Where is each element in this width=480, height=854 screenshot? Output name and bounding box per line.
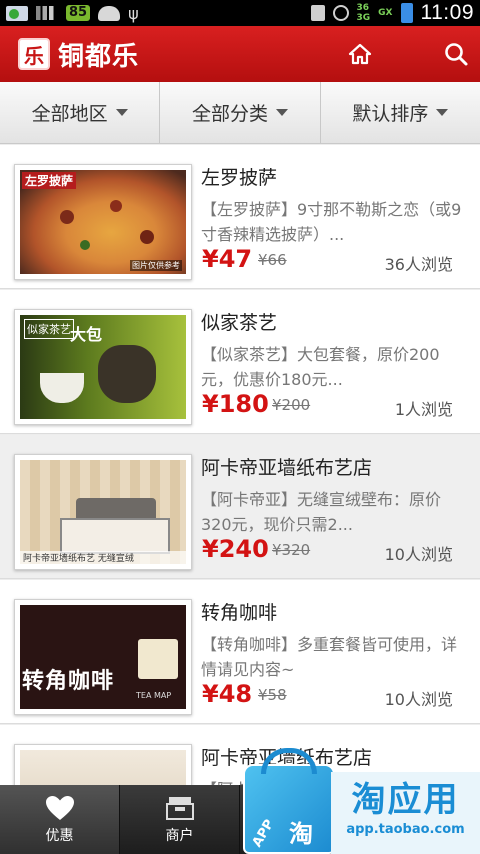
logo-char: 乐 xyxy=(24,43,44,68)
list-item-tea[interactable]: 似家茶艺 大包 似家茶艺 【似家茶艺】大包套餐，原价200元，优惠价180元..… xyxy=(0,290,480,434)
caret-down-icon xyxy=(115,109,128,116)
filter-category[interactable]: 全部分类 xyxy=(160,82,321,143)
deal-image: 转角咖啡 TEA MAP xyxy=(14,599,192,715)
item-title: 阿卡帝亚墙纸布艺店 xyxy=(201,457,373,479)
usb-icon: ψ xyxy=(128,3,139,23)
android-icon xyxy=(98,5,121,21)
caret-down-icon xyxy=(276,109,288,116)
home-icon xyxy=(348,43,372,65)
pizza-image: 左罗披萨 图片仅供参考 xyxy=(20,170,186,274)
list-item-pizza[interactable]: 左罗披萨 图片仅供参考 左罗披萨 【左罗披萨】9寸那不勒斯之恋（或9寸香辣精选披… xyxy=(0,145,480,289)
item-old-price: ¥58 xyxy=(258,686,287,704)
item-old-price: ¥200 xyxy=(272,396,311,414)
shopping-bag-icon: APP 淘 xyxy=(243,764,335,854)
app-logo-icon: 乐 xyxy=(18,38,50,70)
image-label: 大包 xyxy=(70,325,103,344)
bag-handle xyxy=(261,748,317,774)
promo-title: 淘应用 xyxy=(351,780,460,820)
deal-image xyxy=(14,744,192,785)
room-image xyxy=(20,750,186,785)
network-gx-label: GX xyxy=(378,8,393,18)
search-icon xyxy=(445,43,468,66)
taobao-app-promo[interactable]: APP 淘 淘应用 app.taobao.com xyxy=(243,748,480,854)
sd-card-icon xyxy=(310,5,325,21)
filter-sort-label: 默认排序 xyxy=(352,103,429,125)
item-desc: 【转角咖啡】多重套餐皆可使用，详情请见内容~ xyxy=(201,635,458,679)
filter-bar: 全部地区 全部分类 默认排序 xyxy=(0,82,480,144)
image-text: 转角咖啡 xyxy=(22,669,115,694)
deal-list[interactable]: 左罗披萨 图片仅供参考 左罗披萨 【左罗披萨】9寸那不勒斯之恋（或9寸香辣精选披… xyxy=(0,145,480,785)
tab-merchants-label: 商户 xyxy=(165,827,194,844)
coffee-image: 转角咖啡 TEA MAP xyxy=(20,605,186,709)
filter-sort[interactable]: 默认排序 xyxy=(321,82,480,143)
item-price: ¥48 xyxy=(202,680,253,708)
bag-app-label: APP xyxy=(249,817,278,850)
deal-image: 似家茶艺 大包 xyxy=(14,309,192,425)
filter-region-label: 全部地区 xyxy=(31,103,108,125)
item-desc: 【阿卡帝亚】无缝宣绒壁布：原价320元，现价只需2... xyxy=(201,490,442,534)
image-caption: 阿卡帝亚墙纸布艺 无缝宣绒 xyxy=(20,551,186,564)
mail-notification-icon xyxy=(6,5,28,21)
image-tag: 似家茶艺 xyxy=(24,319,74,339)
item-title: 转角咖啡 xyxy=(201,602,278,624)
list-item-wallpaper[interactable]: 阿卡帝亚墙纸布艺 无缝宣绒 阿卡帝亚墙纸布艺店 【阿卡帝亚】无缝宣绒壁布：原价3… xyxy=(0,435,480,579)
tea-image: 似家茶艺 大包 xyxy=(20,315,186,419)
item-old-price: ¥66 xyxy=(258,251,287,269)
signal-notification-icon xyxy=(36,6,58,20)
wallpaper-image: 阿卡帝亚墙纸布艺 无缝宣绒 xyxy=(20,460,186,564)
notification-badge: 85 xyxy=(66,5,91,21)
alarm-icon xyxy=(332,5,349,21)
image-note: 图片仅供参考 xyxy=(130,260,182,271)
item-title: 似家茶艺 xyxy=(201,312,278,334)
item-title: 左罗披萨 xyxy=(201,167,278,189)
item-price: ¥180 xyxy=(202,390,269,418)
promo-text-box: 淘应用 app.taobao.com xyxy=(331,772,480,854)
list-item-coffee[interactable]: 转角咖啡 TEA MAP 转角咖啡 【转角咖啡】多重套餐皆可使用，详情请见内容~… xyxy=(0,580,480,724)
battery-icon xyxy=(400,3,413,23)
item-desc: 【似家茶艺】大包套餐，原价200元，优惠价180元... xyxy=(201,345,440,389)
network-signal-icon: 36 3G xyxy=(357,3,371,23)
item-desc: 【左罗披萨】9寸那不勒斯之恋（或9寸香辣精选披萨）... xyxy=(201,200,462,244)
item-old-price: ¥320 xyxy=(272,541,311,559)
bag-tao-label: 淘 xyxy=(289,820,313,848)
item-price: ¥47 xyxy=(202,245,253,273)
tab-merchants[interactable]: 商户 xyxy=(120,785,240,854)
image-sub: TEA MAP xyxy=(136,691,172,700)
caret-down-icon xyxy=(436,109,449,116)
item-price: ¥240 xyxy=(202,535,269,563)
heart-icon xyxy=(45,795,74,820)
filter-region[interactable]: 全部地区 xyxy=(0,82,161,143)
promo-url: app.taobao.com xyxy=(346,822,465,837)
app-header: 乐 铜都乐 xyxy=(0,26,480,82)
tab-deals[interactable]: 优惠 xyxy=(0,785,120,854)
network-2g-label: 36 xyxy=(356,3,370,13)
search-button[interactable] xyxy=(426,26,480,82)
item-views: 10人浏览 xyxy=(384,690,453,709)
clock-time: 11:09 xyxy=(420,1,474,24)
item-views: 36人浏览 xyxy=(384,255,453,274)
deal-image: 左罗披萨 图片仅供参考 xyxy=(14,164,192,280)
status-bar: 85 ψ 36 3G GX 11:09 xyxy=(0,0,480,26)
app-title: 铜都乐 xyxy=(58,41,140,72)
tab-deals-label: 优惠 xyxy=(45,827,74,844)
home-button[interactable] xyxy=(330,26,390,82)
item-views: 1人浏览 xyxy=(394,400,453,419)
item-views: 10人浏览 xyxy=(384,545,453,564)
image-tag: 左罗披萨 xyxy=(22,172,77,189)
network-3g-label: 3G xyxy=(356,13,371,23)
filter-category-label: 全部分类 xyxy=(191,103,268,125)
deal-image: 阿卡帝亚墙纸布艺 无缝宣绒 xyxy=(14,454,192,570)
inbox-icon xyxy=(165,796,194,820)
